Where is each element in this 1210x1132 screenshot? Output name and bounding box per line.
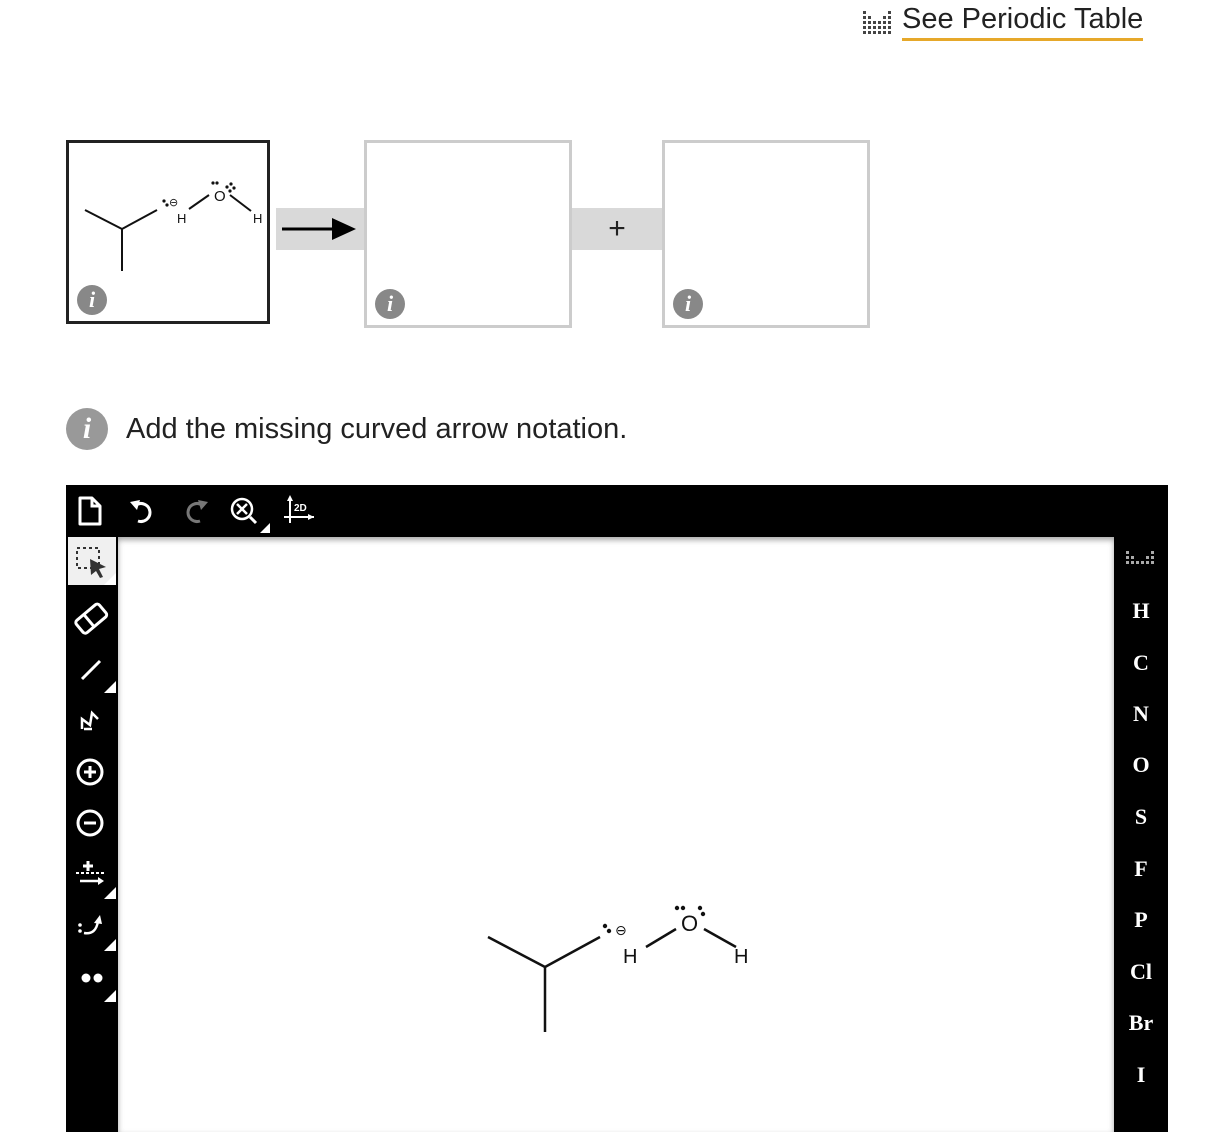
instruction-info-icon[interactable]: i [66, 408, 108, 450]
product-box-1[interactable]: i [364, 140, 572, 328]
element-n-button[interactable]: N [1114, 694, 1168, 734]
chain-icon[interactable] [68, 697, 116, 745]
structure-editor: 2D ⊖ H O H H C N O S F P Cl Br I [66, 485, 1168, 1132]
2d-clean-icon[interactable]: 2D [280, 493, 320, 529]
element-h-button[interactable]: H [1114, 591, 1168, 631]
reactant-atom-h2: H [253, 211, 262, 226]
product-2-info-icon[interactable]: i [673, 289, 703, 319]
reactant-charge: ⊖ [169, 196, 178, 209]
see-periodic-table-link[interactable]: See Periodic Table [862, 2, 1144, 41]
positive-charge-icon[interactable] [68, 748, 116, 796]
reactant-info-icon[interactable]: i [77, 285, 107, 315]
periodic-table-button-icon[interactable] [1124, 547, 1160, 573]
element-s-button[interactable]: S [1114, 797, 1168, 837]
bond-icon[interactable] [68, 645, 116, 693]
2d-label: 2D [294, 503, 307, 514]
periodic-table-label[interactable]: See Periodic Table [902, 2, 1144, 41]
instruction-text: Add the missing curved arrow notation. [126, 412, 628, 445]
curved-arrow-icon[interactable] [68, 903, 116, 951]
element-p-button[interactable]: P [1114, 900, 1168, 940]
plus-connector: + [572, 208, 662, 250]
canvas-atom-o: O [681, 911, 698, 936]
bond-arrow-icon[interactable] [68, 851, 116, 899]
product-1-info-icon[interactable]: i [375, 289, 405, 319]
eraser-icon[interactable] [68, 594, 116, 642]
element-br-button[interactable]: Br [1114, 1003, 1168, 1043]
instruction: i Add the missing curved arrow notation. [66, 408, 627, 450]
canvas-atom-h1: H [623, 946, 637, 968]
reactant-atom-h1: H [177, 211, 186, 226]
reactant-atom-o: O [214, 188, 226, 205]
plus-sign: + [608, 212, 626, 245]
editor-left-toolbar [66, 537, 118, 1132]
reactant-box[interactable]: ⊖ H O H i [66, 140, 270, 324]
zoom-clear-icon[interactable] [226, 493, 272, 533]
product-box-2[interactable]: i [662, 140, 870, 328]
editor-top-toolbar: 2D [66, 485, 1168, 537]
undo-icon[interactable] [124, 493, 164, 529]
reaction-arrow-icon [282, 218, 356, 240]
element-cl-button[interactable]: Cl [1114, 952, 1168, 992]
canvas-structure: ⊖ H O H [487, 905, 748, 1032]
element-f-button[interactable]: F [1114, 849, 1168, 889]
element-o-button[interactable]: O [1114, 745, 1168, 785]
element-i-button[interactable]: I [1114, 1055, 1168, 1095]
canvas-charge: ⊖ [615, 923, 627, 939]
editor-element-toolbar: H C N O S F P Cl Br I [1114, 537, 1168, 1132]
canvas-atom-h2: H [734, 946, 748, 968]
drawing-canvas[interactable]: ⊖ H O H [118, 537, 1114, 1132]
element-c-button[interactable]: C [1114, 643, 1168, 683]
redo-icon[interactable] [174, 493, 214, 529]
periodic-table-icon [863, 10, 891, 34]
reaction-arrow-area [276, 208, 364, 250]
lone-pair-icon[interactable] [68, 954, 116, 1002]
select-icon[interactable] [68, 537, 116, 585]
negative-charge-icon[interactable] [68, 799, 116, 847]
new-document-icon[interactable] [72, 493, 112, 529]
